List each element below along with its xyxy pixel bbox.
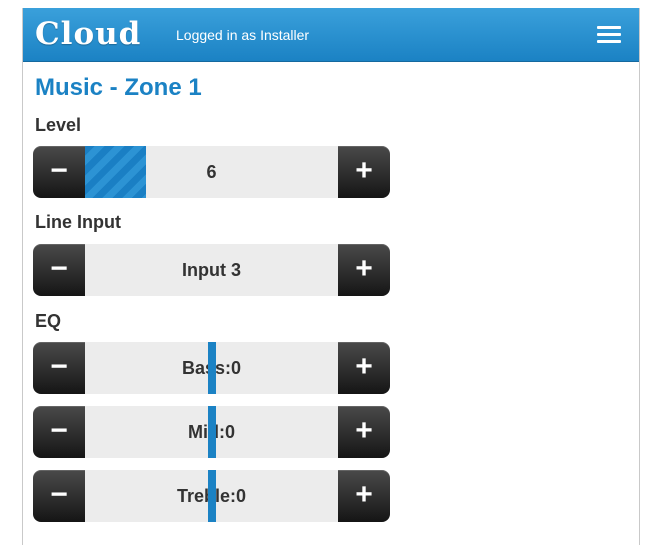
treble-marker — [208, 470, 216, 522]
mid-decrease-button[interactable]: − — [33, 406, 85, 458]
bass-slider[interactable]: Bass:0 — [85, 342, 338, 394]
cloud-logo: Cloud — [35, 16, 142, 52]
line-input-previous-button[interactable]: − — [33, 244, 85, 296]
line-input-label: Line Input — [35, 212, 121, 232]
level-decrease-button[interactable]: − — [33, 146, 85, 198]
mid-marker — [208, 406, 216, 458]
hamburger-menu-icon[interactable] — [593, 22, 625, 48]
menu-line-top — [597, 26, 621, 29]
bass-marker — [208, 342, 216, 394]
line-input-value: Input 3 — [182, 260, 241, 280]
treble-decrease-button[interactable]: − — [33, 470, 85, 522]
level-control: − 6 + — [33, 146, 390, 198]
level-increase-button[interactable]: + — [338, 146, 390, 198]
zone-title: Music - Zone 1 — [35, 74, 202, 101]
line-input-control: − Input 3 + — [33, 244, 390, 296]
bass-increase-button[interactable]: + — [338, 342, 390, 394]
treble-slider[interactable]: Treble:0 — [85, 470, 338, 522]
level-label: Level — [35, 115, 82, 135]
login-status: Logged in as Installer — [176, 27, 310, 43]
eq-label: EQ — [35, 311, 62, 331]
line-input-selector[interactable]: Input 3 — [85, 244, 338, 296]
app-frame: Cloud Logged in as Installer Music - Zon… — [22, 8, 640, 545]
top-bar: Cloud Logged in as Installer — [23, 8, 639, 62]
line-input-next-button[interactable]: + — [338, 244, 390, 296]
mid-increase-button[interactable]: + — [338, 406, 390, 458]
mid-slider[interactable]: Mid:0 — [85, 406, 338, 458]
bass-decrease-button[interactable]: − — [33, 342, 85, 394]
level-value: 6 — [206, 162, 217, 182]
eq-mid-control: − Mid:0 + — [33, 406, 390, 458]
menu-line-bottom — [597, 40, 621, 43]
eq-treble-control: − Treble:0 + — [33, 470, 390, 522]
treble-increase-button[interactable]: + — [338, 470, 390, 522]
level-slider[interactable]: 6 — [85, 146, 338, 198]
eq-bass-control: − Bass:0 + — [33, 342, 390, 394]
menu-line-middle — [597, 33, 621, 36]
